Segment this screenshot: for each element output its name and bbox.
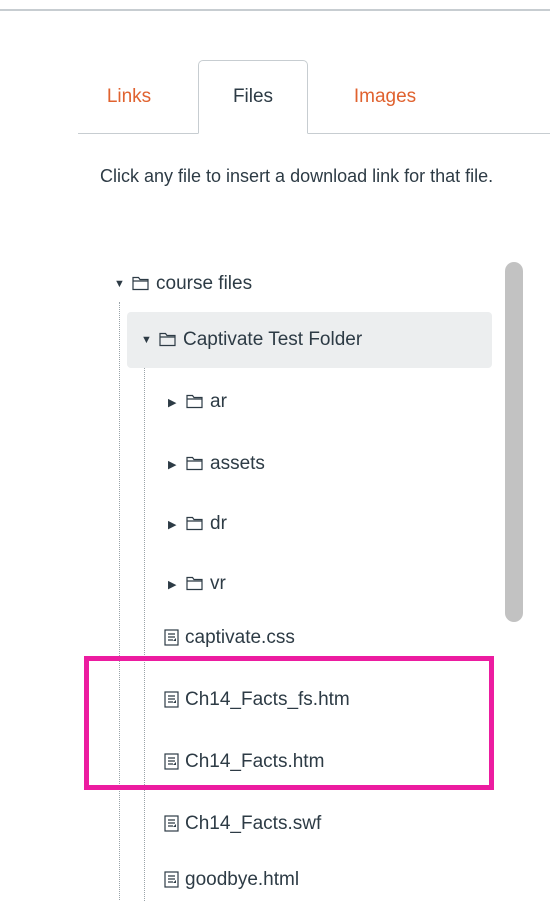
file-icon — [164, 690, 179, 708]
tree-folder-dr[interactable]: ▶ dr — [168, 496, 227, 552]
tree-folder-ar[interactable]: ▶ ar — [168, 374, 227, 430]
tree-item-label: vr — [210, 573, 226, 594]
tab-images[interactable]: Images — [330, 60, 440, 133]
tab-links[interactable]: Links — [84, 60, 174, 133]
tree-folder-captivate-test-folder[interactable]: ▼ Captivate Test Folder — [127, 312, 492, 368]
file-icon — [164, 752, 179, 770]
tree-item-label: ar — [210, 391, 227, 412]
file-tree: ▼ course files ▼ Captivate Test Folder ▶… — [100, 250, 530, 901]
folder-icon — [186, 516, 203, 531]
tree-folder-assets[interactable]: ▶ assets — [168, 436, 265, 492]
top-divider — [0, 9, 550, 11]
collapsed-arrow-icon: ▶ — [168, 518, 177, 531]
collapsed-arrow-icon: ▶ — [168, 396, 177, 409]
tree-folder-course-files[interactable]: ▼ course files — [114, 256, 252, 312]
folder-icon — [186, 456, 203, 471]
tree-file-goodbye-html[interactable]: goodbye.html — [164, 852, 299, 901]
tree-item-label: Ch14_Facts.htm — [185, 751, 325, 772]
tab-bar: Links Files Images — [78, 60, 550, 134]
folder-icon — [186, 394, 203, 409]
expanded-arrow-icon: ▼ — [141, 334, 152, 346]
file-icon — [164, 870, 179, 888]
tree-item-label: assets — [210, 453, 265, 474]
folder-icon — [186, 576, 203, 591]
tree-file-ch14-facts-swf[interactable]: Ch14_Facts.swf — [164, 796, 321, 852]
file-icon — [164, 628, 179, 646]
tree-file-ch14-facts-htm[interactable]: Ch14_Facts.htm — [164, 734, 324, 790]
tree-item-label: dr — [210, 513, 227, 534]
tree-file-ch14-facts-fs-htm[interactable]: Ch14_Facts_fs.htm — [164, 672, 350, 728]
collapsed-arrow-icon: ▶ — [168, 578, 177, 591]
tab-files[interactable]: Files — [198, 60, 308, 134]
instructions-text: Click any file to insert a download link… — [100, 166, 494, 186]
folder-icon — [159, 332, 176, 347]
folder-icon — [132, 276, 149, 291]
tree-item-label: captivate.css — [185, 627, 295, 648]
tree-item-label: course files — [156, 273, 253, 294]
tree-item-label: goodbye.html — [185, 869, 300, 890]
tree-guide-line — [119, 302, 120, 901]
tree-item-label: Ch14_Facts_fs.htm — [185, 689, 350, 710]
scrollbar-thumb[interactable] — [505, 262, 523, 622]
tree-item-label: Ch14_Facts.swf — [185, 813, 322, 834]
tree-folder-vr[interactable]: ▶ vr — [168, 556, 226, 612]
tree-guide-line — [144, 367, 145, 901]
tree-file-captivate-css[interactable]: captivate.css — [164, 610, 295, 666]
file-icon — [164, 814, 179, 832]
tab-bar-divider — [78, 133, 550, 134]
expanded-arrow-icon: ▼ — [114, 278, 125, 290]
tree-item-label: Captivate Test Folder — [183, 329, 363, 350]
collapsed-arrow-icon: ▶ — [168, 458, 177, 471]
file-browser-panel: Links Files Images Click any file to ins… — [0, 0, 550, 901]
